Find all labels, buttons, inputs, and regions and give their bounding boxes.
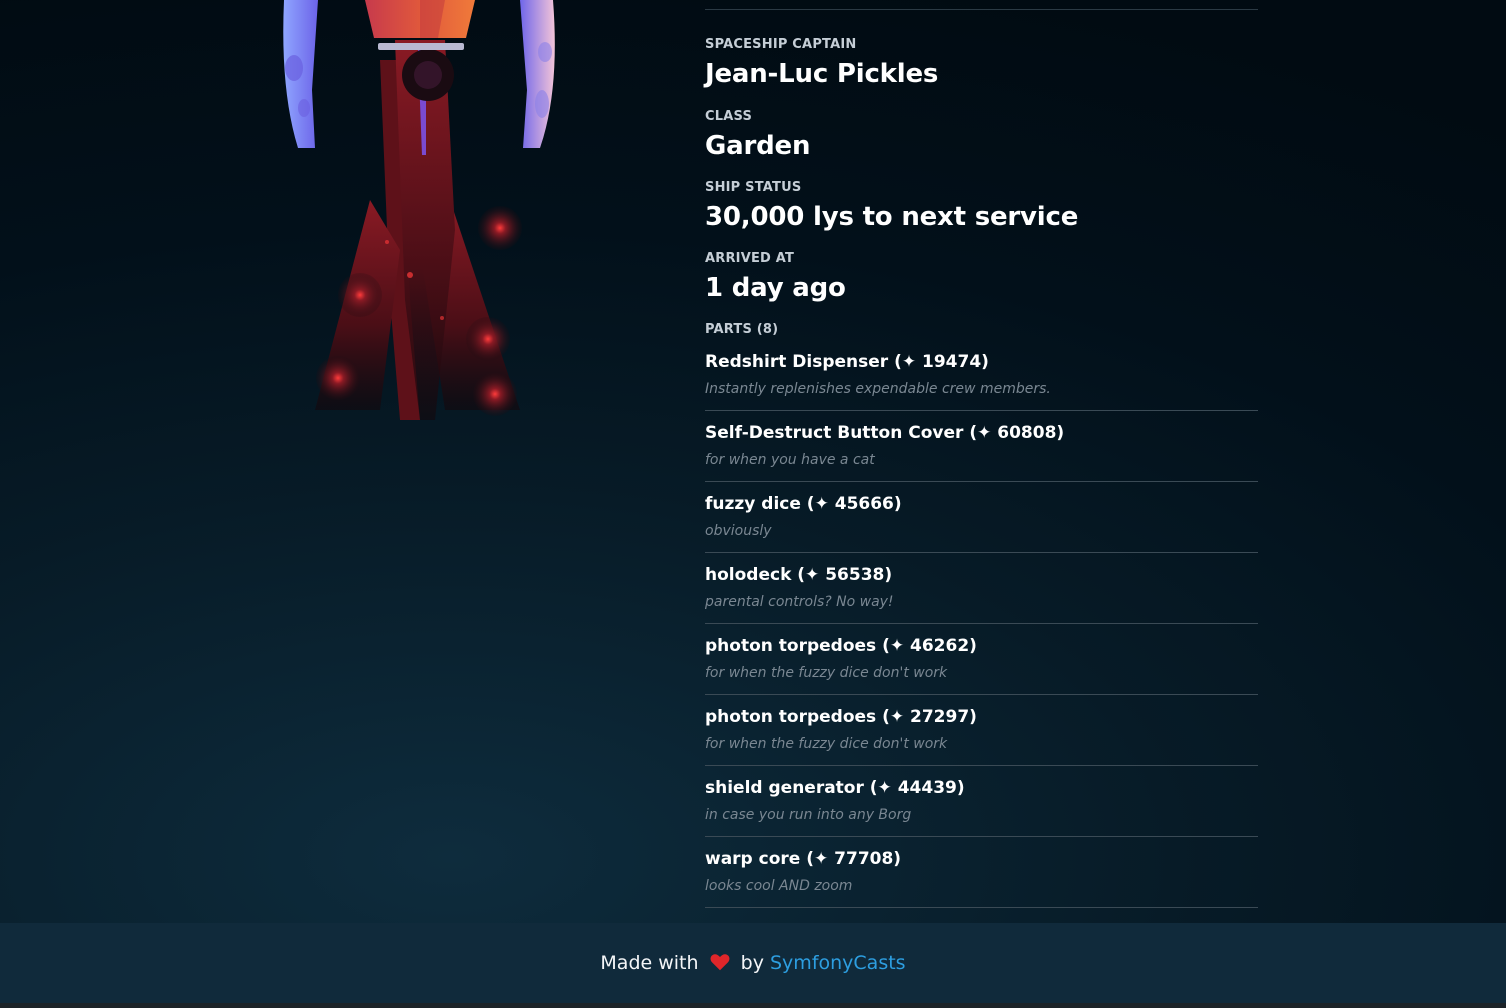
ship-class: Garden xyxy=(705,131,811,161)
footer-by: by xyxy=(740,952,764,974)
part-title: fuzzy dice (✦ 45666) xyxy=(705,494,902,514)
list-item: holodeck (✦ 56538) parental controls? No… xyxy=(705,553,1258,624)
part-description: parental controls? No way! xyxy=(705,594,894,610)
part-description: in case you run into any Borg xyxy=(705,807,912,823)
heart-icon xyxy=(710,954,730,971)
symfonycasts-link[interactable]: SymfonyCasts xyxy=(770,952,906,974)
part-title: shield generator (✦ 44439) xyxy=(705,778,965,798)
list-item: photon torpedoes (✦ 46262) for when the … xyxy=(705,624,1258,695)
window-bottom-edge xyxy=(0,1003,1506,1008)
list-item: photon torpedoes (✦ 27297) for when the … xyxy=(705,695,1258,766)
part-description: obviously xyxy=(705,523,772,539)
footer-made-with: Made with xyxy=(600,952,699,974)
captain-label: SPACESHIP CAPTAIN xyxy=(705,37,857,52)
parts-list: Redshirt Dispenser (✦ 19474) Instantly r… xyxy=(705,340,1258,908)
part-title: Self-Destruct Button Cover (✦ 60808) xyxy=(705,423,1065,443)
arrived-at: 1 day ago xyxy=(705,273,846,303)
part-title: warp core (✦ 77708) xyxy=(705,849,902,869)
arrived-label: ARRIVED AT xyxy=(705,251,795,266)
ship-status: 30,000 lys to next service xyxy=(705,202,1079,232)
list-item: Self-Destruct Button Cover (✦ 60808) for… xyxy=(705,411,1258,482)
parts-heading: PARTS (8) xyxy=(705,322,779,337)
part-description: Instantly replenishes expendable crew me… xyxy=(705,381,1051,397)
footer: Made with by SymfonyCasts xyxy=(0,923,1506,1003)
captain-name: Jean-Luc Pickles xyxy=(705,59,939,89)
spaceship-illustration xyxy=(283,0,555,420)
part-description: looks cool AND zoom xyxy=(705,878,853,894)
part-title: photon torpedoes (✦ 46262) xyxy=(705,636,977,656)
list-item: warp core (✦ 77708) looks cool AND zoom xyxy=(705,837,1258,908)
part-title: Redshirt Dispenser (✦ 19474) xyxy=(705,352,989,372)
part-description: for when you have a cat xyxy=(705,452,875,468)
part-description: for when the fuzzy dice don't work xyxy=(705,665,948,681)
divider xyxy=(705,9,1258,10)
part-title: photon torpedoes (✦ 27297) xyxy=(705,707,977,727)
list-item: shield generator (✦ 44439) in case you r… xyxy=(705,766,1258,837)
class-label: CLASS xyxy=(705,109,753,124)
list-item: Redshirt Dispenser (✦ 19474) Instantly r… xyxy=(705,340,1258,411)
part-description: for when the fuzzy dice don't work xyxy=(705,736,948,752)
list-item: fuzzy dice (✦ 45666) obviously xyxy=(705,482,1258,553)
status-label: SHIP STATUS xyxy=(705,180,802,195)
part-title: holodeck (✦ 56538) xyxy=(705,565,893,585)
